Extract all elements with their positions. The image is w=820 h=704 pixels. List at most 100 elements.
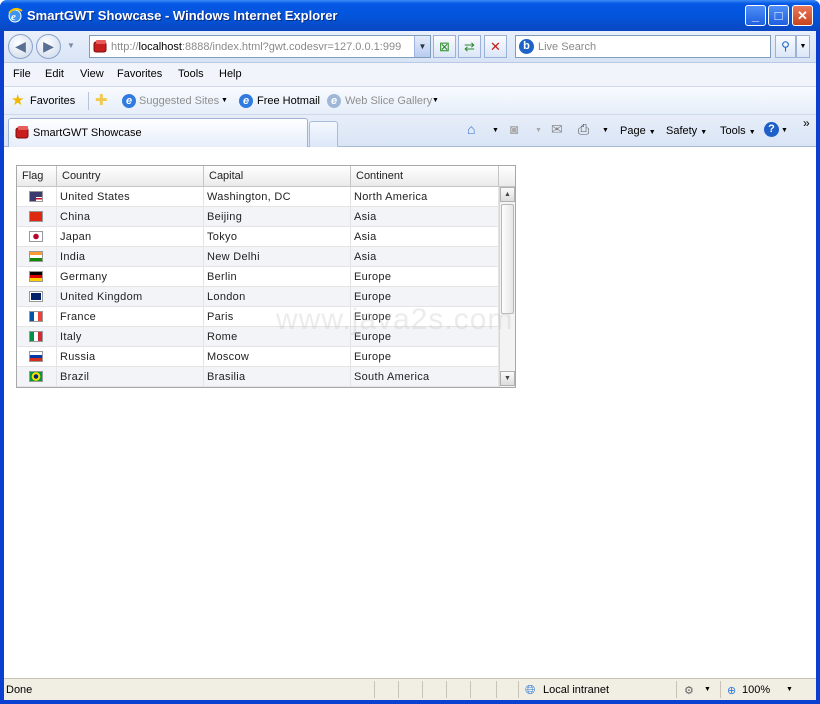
print-icon[interactable]: ⎙	[578, 122, 589, 137]
title-bar: e SmartGWT Showcase - Windows Internet E…	[0, 0, 820, 31]
mail-icon[interactable]: ✉	[551, 122, 563, 137]
watermark: www.java2s.com	[276, 303, 514, 336]
jp-flag-icon	[29, 231, 43, 242]
minimize-button[interactable]: _	[745, 5, 766, 26]
chevron-down-icon: ▼	[748, 129, 756, 136]
table-row[interactable]: China Beijing Asia	[17, 207, 499, 227]
status-divider	[374, 681, 375, 698]
forward-button[interactable]: ▶	[36, 34, 61, 59]
history-dropdown-icon[interactable]: ▼	[67, 41, 75, 50]
flag-cell	[17, 207, 57, 227]
suggested-sites-link[interactable]: Suggested Sites	[139, 95, 219, 107]
grid-scrollbar[interactable]: ▲ ▼	[499, 187, 515, 387]
table-row[interactable]: India New Delhi Asia	[17, 247, 499, 267]
tools-menu[interactable]: Tools ▼	[720, 125, 756, 137]
web-slice-dropdown-icon[interactable]: ▼	[432, 97, 439, 104]
url-host: localhost	[138, 41, 182, 53]
refresh-button[interactable]: ⇄	[458, 35, 481, 58]
zoom-level[interactable]: 100%	[742, 684, 770, 696]
br-flag-icon	[29, 371, 43, 382]
new-tab-button[interactable]	[309, 121, 338, 147]
country-cell: United Kingdom	[57, 287, 204, 307]
magnifier-icon: ⚲	[781, 39, 790, 53]
help-icon[interactable]: ?	[764, 122, 779, 137]
help-dropdown-icon[interactable]: ▼	[781, 127, 788, 134]
home-dropdown-icon[interactable]: ▼	[492, 127, 499, 134]
suggested-sites-icon: e	[122, 94, 136, 108]
flag-cell	[17, 347, 57, 367]
menu-tools[interactable]: Tools	[178, 68, 204, 80]
tab-label: SmartGWT Showcase	[33, 127, 142, 139]
capital-cell: Washington, DC	[204, 187, 351, 207]
scroll-thumb[interactable]	[501, 204, 514, 314]
menu-view[interactable]: View	[80, 68, 104, 80]
protected-mode-dropdown-icon[interactable]: ▼	[704, 686, 711, 693]
it-flag-icon	[29, 331, 43, 342]
table-row[interactable]: Russia Moscow Europe	[17, 347, 499, 367]
menu-favorites[interactable]: Favorites	[117, 68, 162, 80]
web-slice-gallery-link[interactable]: Web Slice Gallery	[345, 95, 432, 107]
ie-logo-icon: e	[8, 7, 23, 23]
stop-button[interactable]: ✕	[484, 35, 507, 58]
back-button[interactable]: ◀	[8, 34, 33, 59]
feeds-icon[interactable]: ◙	[510, 122, 518, 137]
page-menu[interactable]: Page ▼	[620, 125, 656, 137]
window-title: SmartGWT Showcase - Windows Internet Exp…	[27, 8, 338, 23]
feeds-dropdown-icon[interactable]: ▼	[535, 127, 542, 134]
status-text: Done	[6, 684, 33, 696]
search-button[interactable]: ⚲	[775, 35, 796, 58]
free-hotmail-link[interactable]: Free Hotmail	[257, 95, 320, 107]
home-icon[interactable]: ⌂	[467, 122, 475, 137]
table-row[interactable]: United States Washington, DC North America	[17, 187, 499, 207]
favorites-button[interactable]: Favorites	[30, 95, 75, 107]
svg-text:e: e	[11, 11, 16, 23]
menu-help[interactable]: Help	[219, 68, 242, 80]
menu-file[interactable]: File	[13, 68, 31, 80]
us-flag-icon	[29, 191, 43, 202]
page-menu-label: Page	[620, 125, 646, 137]
menu-bar: File Edit View Favorites Tools Help	[4, 63, 816, 87]
zoom-icon[interactable]: ⊕	[727, 684, 736, 697]
country-cell: Italy	[57, 327, 204, 347]
grid-header: Flag Country Capital Continent	[17, 166, 515, 187]
continent-cell: Asia	[351, 247, 499, 267]
address-input[interactable]: http://localhost:8888/index.html?gwt.cod…	[89, 35, 431, 58]
address-dropdown-icon[interactable]: ▼	[414, 36, 430, 57]
column-header-capital[interactable]: Capital	[204, 166, 351, 187]
continent-cell: Europe	[351, 267, 499, 287]
scroll-up-button[interactable]: ▲	[500, 187, 515, 202]
column-header-flag[interactable]: Flag	[17, 166, 57, 187]
column-header-country[interactable]: Country	[57, 166, 204, 187]
maximize-button[interactable]: □	[768, 5, 789, 26]
favorites-separator	[88, 92, 89, 110]
hotmail-icon: e	[239, 94, 253, 108]
flag-cell	[17, 327, 57, 347]
search-options-dropdown[interactable]: ▼	[796, 35, 810, 58]
status-divider	[720, 681, 721, 698]
continent-cell: South America	[351, 367, 499, 387]
search-input[interactable]: b Live Search	[515, 35, 771, 58]
flag-cell	[17, 307, 57, 327]
country-cell: India	[57, 247, 204, 267]
table-row[interactable]: Japan Tokyo Asia	[17, 227, 499, 247]
compatibility-view-button[interactable]: ⊠	[433, 35, 456, 58]
column-header-continent[interactable]: Continent	[351, 166, 499, 187]
tab-smartgwt-showcase[interactable]: SmartGWT Showcase	[8, 118, 308, 147]
zoom-dropdown-icon[interactable]: ▼	[786, 686, 793, 693]
protected-mode-icon[interactable]: ⚙	[684, 684, 694, 697]
table-row[interactable]: Germany Berlin Europe	[17, 267, 499, 287]
table-row[interactable]: Brazil Brasilia South America	[17, 367, 499, 387]
menu-edit[interactable]: Edit	[45, 68, 64, 80]
scroll-down-button[interactable]: ▼	[500, 371, 515, 386]
safety-menu-label: Safety	[666, 125, 698, 137]
gb-flag-icon	[29, 291, 43, 302]
country-cell: United States	[57, 187, 204, 207]
back-arrow-icon: ◀	[15, 38, 26, 54]
toolbar-overflow-icon[interactable]: »	[803, 116, 810, 130]
close-button[interactable]: ✕	[792, 5, 813, 26]
address-url: http://localhost:8888/index.html?gwt.cod…	[111, 41, 401, 53]
safety-menu[interactable]: Safety ▼	[666, 125, 707, 137]
suggested-sites-dropdown-icon[interactable]: ▼	[221, 97, 228, 104]
add-favorite-icon[interactable]: ✚	[95, 93, 108, 108]
print-dropdown-icon[interactable]: ▼	[602, 127, 609, 134]
